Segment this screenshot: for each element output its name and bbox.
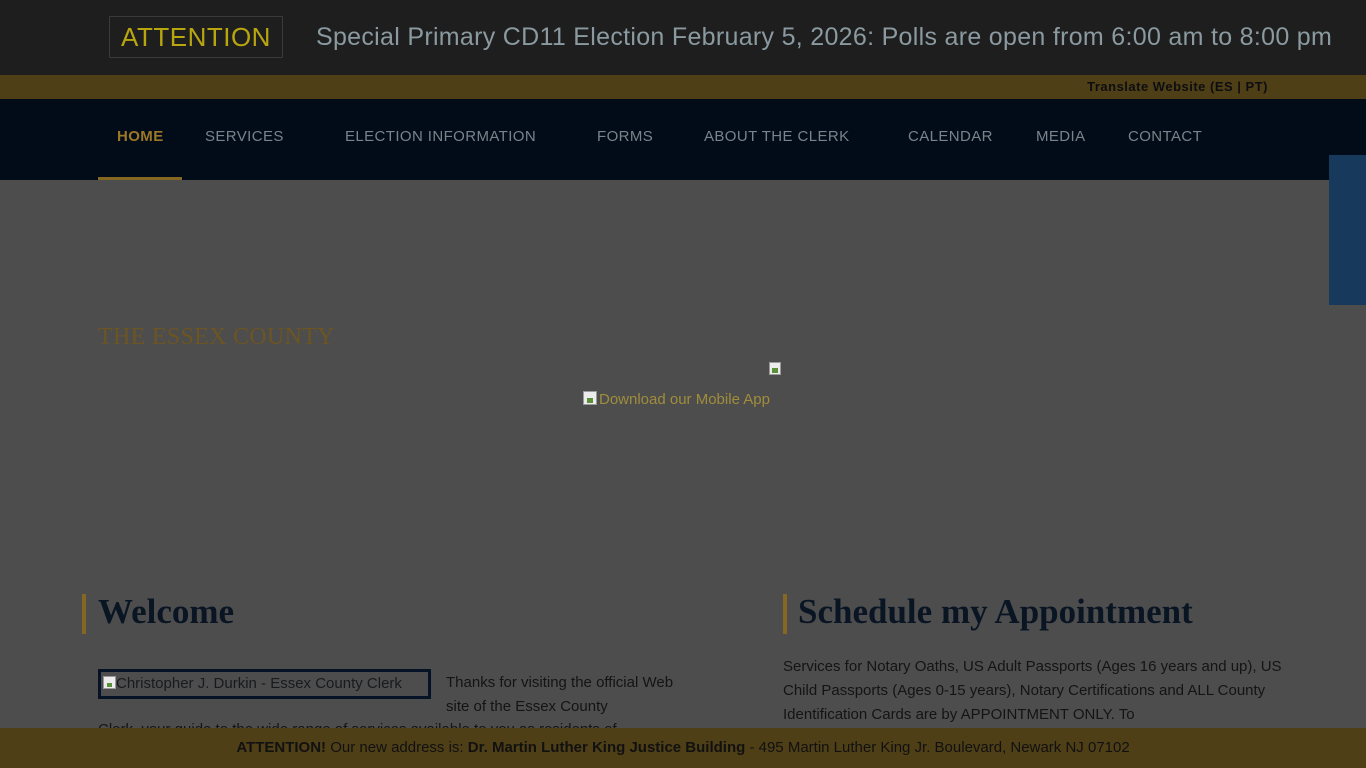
nav-item-about-the-clerk[interactable]: ABOUT THE CLERK (704, 99, 849, 180)
broken-image-icon (583, 391, 597, 405)
alert-ticker: ATTENTION Special Primary CD11 Election … (0, 0, 1366, 75)
side-feedback-tab[interactable] (1329, 155, 1366, 305)
notice-middle: Our new address is: (326, 739, 468, 756)
appointment-heading: Schedule my Appointment (798, 592, 1193, 631)
hero-title: THE ESSEX COUNTY (98, 324, 335, 350)
notice-building: Dr. Martin Luther King Justice Building (467, 739, 746, 756)
translate-bar: Translate Website (ES | PT) (0, 75, 1366, 99)
active-nav-indicator (98, 177, 182, 180)
translate-website-link[interactable]: Translate Website (ES | PT) (1087, 79, 1268, 94)
welcome-heading: Welcome (98, 592, 235, 631)
nav-item-services[interactable]: SERVICES (205, 99, 284, 180)
clerk-portrait: Christopher J. Durkin - Essex County Cle… (98, 669, 431, 699)
nav-item-media[interactable]: MEDIA (1036, 99, 1086, 180)
ticker-message[interactable]: Special Primary CD11 Election February 5… (316, 22, 1332, 52)
download-mobile-app-link[interactable]: Download our Mobile App (583, 391, 770, 408)
appointment-description: Services for Notary Oaths, US Adult Pass… (783, 658, 1282, 723)
portrait-alt-text: Christopher J. Durkin - Essex County Cle… (116, 675, 402, 692)
appointment-heading-accent (783, 594, 787, 634)
broken-image-icon (768, 361, 784, 377)
nav-item-forms[interactable]: FORMS (597, 99, 653, 180)
welcome-heading-accent (82, 594, 86, 634)
nav-item-election-information[interactable]: ELECTION INFORMATION (345, 99, 536, 180)
notice-address: - 495 Martin Luther King Jr. Boulevard, … (745, 739, 1130, 756)
address-notice-bar: ATTENTION! Our new address is: Dr. Marti… (0, 728, 1366, 768)
app-link-alt-text: Download our Mobile App (599, 391, 770, 408)
nav-item-home[interactable]: HOME (117, 99, 164, 180)
broken-image-icon (103, 676, 116, 689)
welcome-intro: Thanks for visiting the official Web sit… (446, 674, 674, 715)
nav-item-contact[interactable]: CONTACT (1128, 99, 1202, 180)
notice-prefix: ATTENTION! (236, 739, 327, 756)
main-navigation: HOME SERVICES ELECTION INFORMATION FORMS… (0, 99, 1366, 180)
nav-item-calendar[interactable]: CALENDAR (908, 99, 993, 180)
ticker-badge: ATTENTION (109, 16, 283, 58)
